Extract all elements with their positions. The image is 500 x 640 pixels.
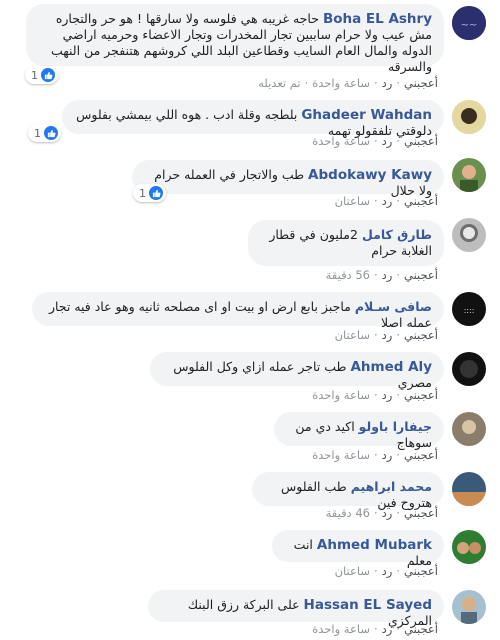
avatar[interactable]: ~~ bbox=[452, 6, 486, 40]
comment-time[interactable]: ساعتان bbox=[335, 194, 370, 208]
like-link[interactable]: أعجبني bbox=[404, 268, 438, 282]
like-link[interactable]: أعجبني bbox=[404, 448, 438, 462]
comment-time[interactable]: ساعتان bbox=[335, 564, 370, 578]
comment-author[interactable]: Ahmed Mubark bbox=[317, 537, 432, 553]
comment-actions: أعجبني·رد·ساعة واحدة bbox=[312, 134, 438, 148]
comment-time[interactable]: ساعة واحدة bbox=[312, 388, 370, 402]
comment-actions: أعجبني·رد·ساعة واحدة bbox=[312, 388, 438, 402]
comment-author[interactable]: Hassan EL Sayed bbox=[304, 597, 432, 613]
comment-bubble: طارق كامل 2مليون في قطار الغلابة حرام bbox=[248, 220, 444, 266]
comment-author[interactable]: صافى سـلام bbox=[355, 299, 432, 314]
comment-time[interactable]: 46 دقيقة bbox=[326, 506, 370, 520]
edited-label: تم تعديله bbox=[258, 76, 301, 90]
avatar[interactable]: :::: bbox=[452, 292, 486, 326]
comment-bubble: جيفارا باولو اكيد دي من سوهاج bbox=[274, 412, 444, 450]
reply-link[interactable]: رد bbox=[382, 134, 393, 148]
comment-time[interactable]: ساعة واحدة bbox=[312, 448, 370, 462]
comment-author[interactable]: Boha EL Ashry bbox=[323, 11, 432, 27]
reply-link[interactable]: رد bbox=[382, 622, 393, 636]
avatar-image bbox=[452, 590, 486, 624]
comment-actions: أعجبني·رد·ساعتان bbox=[334, 194, 438, 208]
avatar[interactable] bbox=[452, 530, 486, 564]
avatar-image bbox=[452, 472, 486, 506]
comment-actions: أعجبني·رد·ساعة واحدة bbox=[312, 448, 438, 462]
reply-link[interactable]: رد bbox=[382, 506, 393, 520]
avatar-image: :::: bbox=[452, 292, 486, 326]
avatar[interactable] bbox=[452, 412, 486, 446]
comment-time[interactable]: ساعة واحدة bbox=[312, 76, 370, 90]
comment-bubble: Hassan EL Sayed على البركة رزق البنك الم… bbox=[148, 590, 444, 628]
avatar[interactable] bbox=[452, 158, 486, 192]
thumbs-up-icon bbox=[44, 126, 58, 140]
reactions-badge[interactable]: 1 bbox=[28, 124, 61, 142]
avatar[interactable] bbox=[452, 352, 486, 386]
avatar[interactable] bbox=[452, 218, 486, 252]
like-link[interactable]: أعجبني bbox=[404, 328, 438, 342]
comment-author[interactable]: Ahmed Aly bbox=[350, 359, 432, 375]
avatar-image bbox=[452, 352, 486, 386]
avatar-image bbox=[452, 412, 486, 446]
reply-link[interactable]: رد bbox=[382, 194, 393, 208]
avatar[interactable] bbox=[452, 100, 486, 134]
comment-time[interactable]: ساعة واحدة bbox=[312, 622, 370, 636]
reply-link[interactable]: رد bbox=[382, 448, 393, 462]
comment-actions: أعجبني·رد·ساعة واحدة·تم تعديله bbox=[258, 76, 438, 90]
avatar-image bbox=[452, 158, 486, 192]
comment-bubble: Abdokawy Kawy طب والاتجار في العمله حرام… bbox=[132, 160, 444, 198]
reply-link[interactable]: رد bbox=[382, 564, 393, 578]
comments-thread: ~~ Boha EL Ashry حاجه غريبه هي فلوسه ولا… bbox=[0, 0, 500, 640]
like-link[interactable]: أعجبني bbox=[404, 194, 438, 208]
reply-link[interactable]: رد bbox=[382, 268, 393, 282]
avatar[interactable] bbox=[452, 472, 486, 506]
like-link[interactable]: أعجبني bbox=[404, 134, 438, 148]
comment-actions: أعجبني·رد·ساعتان bbox=[334, 328, 438, 342]
comment-author[interactable]: طارق كامل bbox=[362, 227, 432, 242]
reactions-badge[interactable]: 1 bbox=[133, 184, 166, 202]
reply-link[interactable]: رد bbox=[382, 388, 393, 402]
comment-actions: أعجبني·رد·56 دقيقة bbox=[325, 268, 438, 282]
comment-time[interactable]: 56 دقيقة bbox=[326, 268, 370, 282]
svg-text:~~: ~~ bbox=[461, 20, 478, 31]
reply-link[interactable]: رد bbox=[382, 328, 393, 342]
comment-author[interactable]: Ghadeer Wahdan bbox=[301, 107, 432, 123]
comment-bubble: Ahmed Mubark انت معلم bbox=[272, 530, 444, 568]
comment-author[interactable]: جيفارا باولو bbox=[359, 419, 432, 434]
like-link[interactable]: أعجبني bbox=[404, 622, 438, 636]
comment-bubble: محمد ابراهيم طب الفلوس هتروح فين bbox=[252, 472, 444, 510]
avatar-image bbox=[452, 100, 486, 134]
like-link[interactable]: أعجبني bbox=[404, 388, 438, 402]
like-link[interactable]: أعجبني bbox=[404, 564, 438, 578]
like-link[interactable]: أعجبني bbox=[404, 506, 438, 520]
reactions-count: 1 bbox=[139, 186, 146, 200]
comment-actions: أعجبني·رد·ساعتان bbox=[334, 564, 438, 578]
thumbs-up-icon bbox=[149, 186, 163, 200]
svg-text:::::: :::: bbox=[464, 306, 475, 315]
comment-bubble: صافى سـلام ماجبز بابع ارض او بيت او اى م… bbox=[32, 292, 444, 330]
comment-bubble: Ahmed Aly طب تاجر عمله ازاي وكل الفلوس م… bbox=[150, 352, 444, 390]
like-link[interactable]: أعجبني bbox=[404, 76, 438, 90]
comment-bubble: Boha EL Ashry حاجه غريبه هي فلوسه ولا سا… bbox=[26, 4, 444, 74]
avatar-image bbox=[452, 530, 486, 564]
reactions-badge[interactable]: 1 bbox=[25, 66, 58, 84]
comment-bubble: Ghadeer Wahdan بلطجه وقلة ادب . هوه اللي… bbox=[62, 100, 444, 138]
comment-time[interactable]: ساعتان bbox=[335, 328, 370, 342]
comment-actions: أعجبني·رد·ساعة واحدة bbox=[312, 622, 438, 636]
comment-time[interactable]: ساعة واحدة bbox=[312, 134, 370, 148]
reactions-count: 1 bbox=[31, 68, 38, 82]
thumbs-up-icon bbox=[41, 68, 55, 82]
reactions-count: 1 bbox=[34, 126, 41, 140]
avatar-image: ~~ bbox=[452, 6, 486, 40]
reply-link[interactable]: رد bbox=[382, 76, 393, 90]
comment-author[interactable]: محمد ابراهيم bbox=[351, 479, 432, 494]
avatar[interactable] bbox=[452, 590, 486, 624]
comment-author[interactable]: Abdokawy Kawy bbox=[308, 167, 432, 183]
avatar-image bbox=[452, 218, 486, 252]
comment-actions: أعجبني·رد·46 دقيقة bbox=[325, 506, 438, 520]
